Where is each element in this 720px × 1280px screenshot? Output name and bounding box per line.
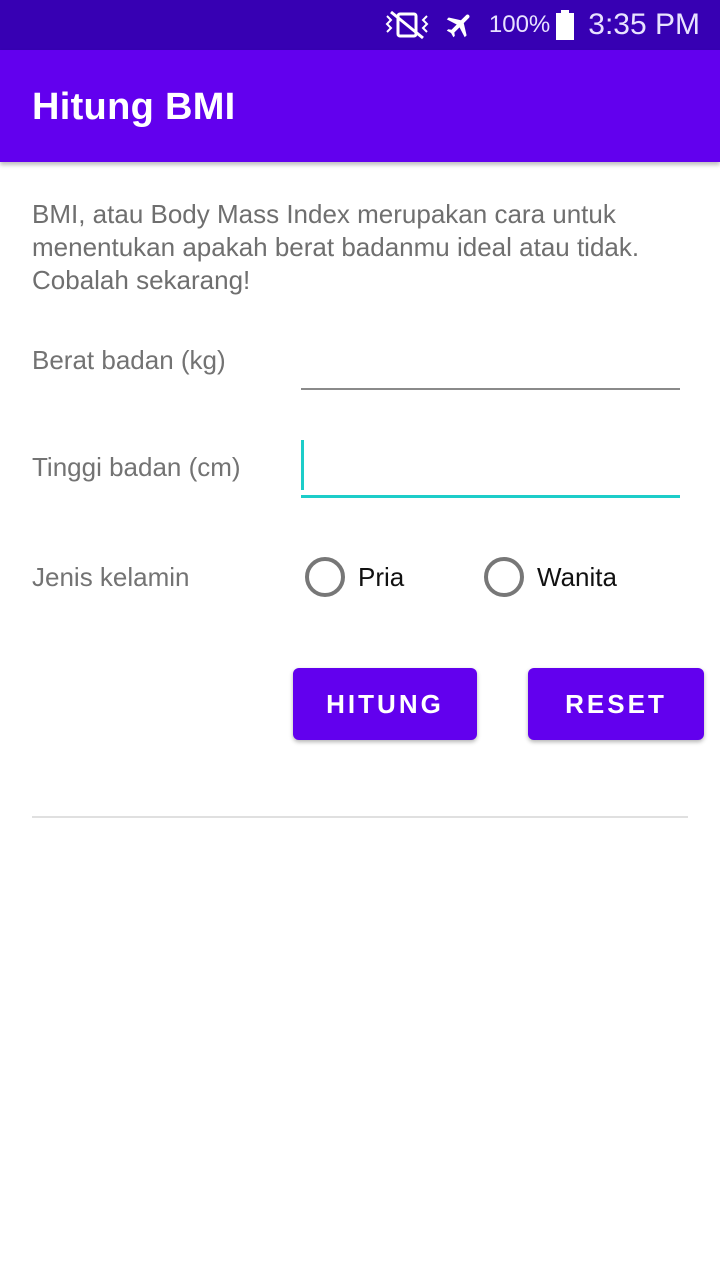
gender-label: Jenis kelamin xyxy=(32,562,190,592)
app-bar: Hitung BMI xyxy=(0,50,720,162)
battery-percentage: 100% xyxy=(488,11,551,38)
height-field-container xyxy=(301,440,680,498)
battery-icon xyxy=(556,10,575,40)
text-cursor xyxy=(301,440,304,490)
calculate-button[interactable]: HITUNG xyxy=(293,668,477,740)
intro-text: BMI, atau Body Mass Index merupakan cara… xyxy=(32,199,640,295)
status-clock: 3:35 PM xyxy=(588,8,700,41)
weight-field-container xyxy=(301,340,680,390)
radio-button-pria[interactable] xyxy=(305,557,345,597)
reset-button[interactable]: RESET xyxy=(528,668,704,740)
airplane-mode-icon xyxy=(443,9,477,41)
height-input[interactable] xyxy=(301,440,680,495)
status-bar: 100% 3:35 PM xyxy=(0,0,720,50)
radio-option-pria[interactable]: Pria xyxy=(305,556,404,598)
radio-label-wanita: Wanita xyxy=(537,561,617,592)
radio-label-pria: Pria xyxy=(358,561,405,592)
status-icons: 100% 3:35 PM xyxy=(371,0,700,50)
vibrate-mute-icon xyxy=(383,10,431,40)
radio-button-wanita[interactable] xyxy=(484,557,524,597)
height-label: Tinggi badan (cm) xyxy=(32,452,241,482)
weight-label: Berat badan (kg) xyxy=(32,345,226,375)
weight-input[interactable] xyxy=(301,340,680,388)
app-title: Hitung BMI xyxy=(32,86,236,128)
radio-option-wanita[interactable]: Wanita xyxy=(484,556,617,598)
divider xyxy=(32,816,688,818)
